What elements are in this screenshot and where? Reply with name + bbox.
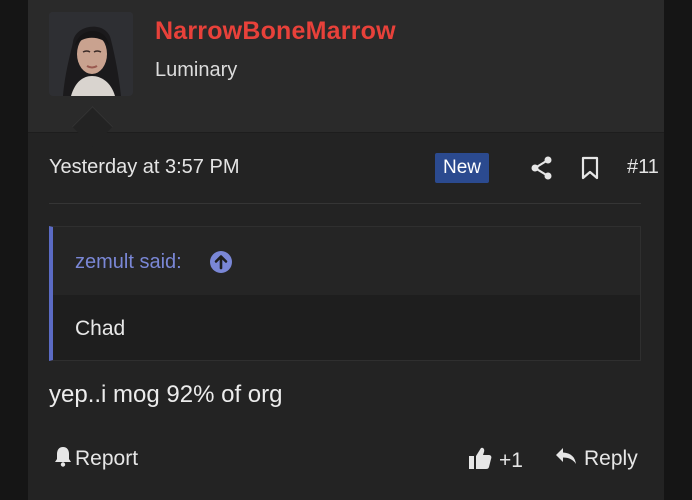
post-card: NarrowBoneMarrow Luminary Yesterday at 3… (28, 0, 664, 500)
new-badge: New (435, 153, 490, 183)
quote-header: zemult said: (53, 227, 640, 295)
username[interactable]: NarrowBoneMarrow (155, 17, 396, 46)
post-message: yep..i mog 92% of org (49, 381, 283, 408)
avatar[interactable] (49, 12, 133, 96)
post-actions: Report +1 Reply (49, 445, 641, 475)
like-count: +1 (499, 449, 523, 472)
post-meta: Yesterday at 3:57 PM New #11 (49, 153, 659, 183)
like-button[interactable]: +1 (467, 445, 523, 477)
quote-block: zemult said: Chad (49, 226, 641, 361)
quote-attribution[interactable]: zemult said: (75, 251, 182, 274)
user-block: NarrowBoneMarrow Luminary (28, 0, 664, 133)
bookmark-icon[interactable] (577, 155, 603, 181)
quote-body: Chad (75, 317, 126, 340)
reply-label: Reply (584, 447, 638, 470)
reply-icon (554, 445, 578, 473)
post-number[interactable]: #11 (627, 156, 659, 179)
page-margin (664, 0, 692, 500)
reply-button[interactable]: Reply (554, 445, 638, 473)
bell-icon (53, 445, 73, 473)
thumbs-up-icon (467, 445, 493, 477)
share-icon[interactable] (529, 155, 555, 181)
post-timestamp[interactable]: Yesterday at 3:57 PM (49, 156, 240, 179)
user-title: Luminary (155, 59, 238, 81)
report-label: Report (75, 447, 139, 470)
arrow-up-circle-icon[interactable] (209, 250, 233, 274)
meta-divider (49, 203, 641, 204)
report-button[interactable]: Report (53, 445, 138, 473)
